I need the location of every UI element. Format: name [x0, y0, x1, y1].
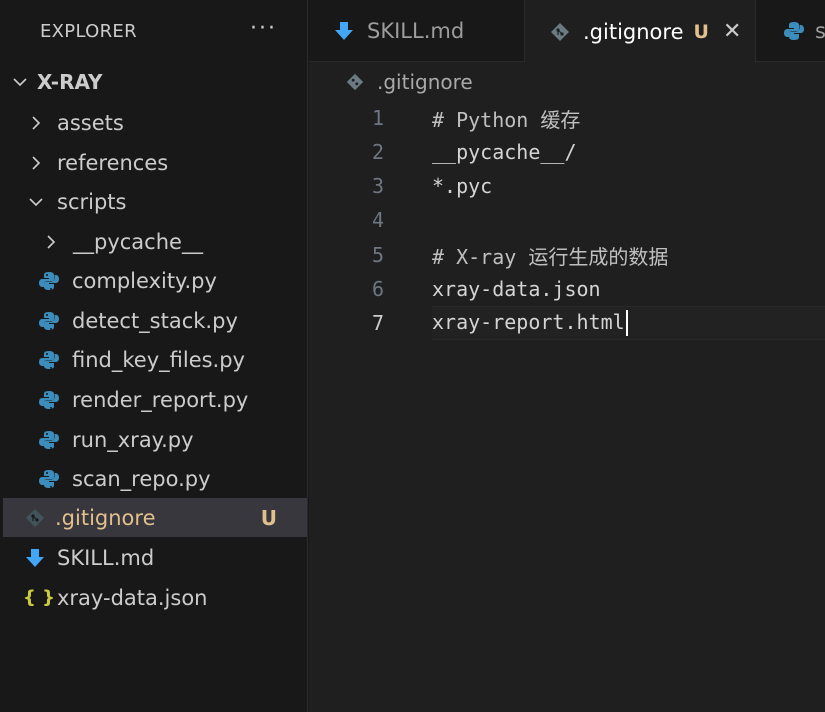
code-line: 6 xray-data.json [309, 272, 825, 306]
file-label: SKILL.md [57, 545, 155, 570]
file-label: scan_repo.py [72, 466, 211, 491]
json-icon: { } [23, 587, 55, 608]
more-actions-icon[interactable]: ··· [250, 18, 277, 40]
folder-label: assets [57, 110, 124, 135]
python-icon [38, 310, 60, 332]
file-find-key-files-py[interactable]: find_key_files.py [3, 340, 307, 379]
breadcrumb[interactable]: .gitignore [309, 63, 825, 101]
code-line: 3 *.pyc [309, 169, 825, 203]
folder-assets[interactable]: assets [3, 103, 307, 142]
line-text: # Python 缓存 [432, 107, 581, 132]
close-icon[interactable]: ✕ [723, 19, 741, 44]
file-detect-stack-py[interactable]: detect_stack.py [3, 301, 307, 340]
chevron-down-icon [28, 194, 44, 210]
line-number: 5 [371, 243, 384, 267]
file-render-report-py[interactable]: render_report.py [3, 380, 307, 419]
folder-root-x-ray[interactable]: X-RAY [0, 62, 307, 101]
tab-skill-md[interactable]: SKILL.md [309, 0, 525, 62]
untracked-badge: U [260, 505, 277, 530]
chevron-right-icon [28, 115, 44, 131]
line-text: *.pyc [432, 174, 493, 198]
line-text-current: xray-report.html [432, 310, 628, 337]
file-label: find_key_files.py [72, 347, 245, 372]
breadcrumb-file[interactable]: .gitignore [377, 70, 473, 94]
root-folder-label: X-RAY [37, 69, 103, 94]
tab-partial[interactable]: s [756, 0, 825, 62]
file-label: render_report.py [72, 387, 249, 412]
folder-label: references [57, 150, 169, 175]
folder-label: __pycache__ [73, 229, 203, 254]
code-line: 4 [309, 203, 825, 237]
tab-label: .gitignore [583, 19, 684, 44]
tab-bar: SKILL.md .gitignore U ✕ s [309, 0, 825, 63]
git-icon [549, 21, 571, 43]
tab-label: SKILL.md [367, 19, 465, 43]
line-text: __pycache__/ [432, 140, 577, 164]
file-skill-md[interactable]: SKILL.md [3, 538, 307, 577]
line-text: xray-data.json [432, 277, 601, 301]
folder-references[interactable]: references [3, 143, 307, 182]
explorer-header: EXPLORER ··· [0, 0, 307, 62]
chevron-down-icon [12, 74, 28, 90]
tab-gitignore[interactable]: .gitignore U ✕ [525, 0, 756, 63]
line-text: xray-report.html [432, 309, 625, 334]
line-text: # X-ray 运行生成的数据 [432, 244, 669, 269]
code-line: 5 # X-ray 运行生成的数据 [309, 238, 825, 272]
line-number: 3 [371, 174, 384, 198]
file-scan-repo-py[interactable]: scan_repo.py [3, 459, 307, 498]
python-icon [38, 429, 60, 451]
file-label: run_xray.py [72, 427, 194, 452]
code-line: 1 # Python 缓存 [309, 101, 825, 135]
explorer-sidebar: EXPLORER ··· X-RAY assets references scr… [0, 0, 308, 712]
code-line-current: 7 xray-report.html [309, 306, 825, 340]
line-number: 6 [371, 277, 384, 301]
line-number: 4 [371, 208, 384, 232]
file-gitignore[interactable]: .gitignore U [3, 498, 307, 537]
markdown-icon [333, 20, 355, 42]
python-icon [38, 468, 60, 490]
folder-scripts[interactable]: scripts [3, 182, 307, 221]
file-label: detect_stack.py [72, 308, 238, 333]
untracked-badge: U [693, 20, 709, 43]
python-icon [38, 270, 60, 292]
python-icon [38, 349, 60, 371]
file-label: complexity.py [72, 268, 217, 293]
folder-label: scripts [57, 189, 127, 214]
file-run-xray-py[interactable]: run_xray.py [3, 420, 307, 459]
python-icon [38, 389, 60, 411]
text-cursor [625, 310, 628, 337]
line-number: 2 [371, 140, 384, 164]
folder-pycache[interactable]: __pycache__ [3, 222, 307, 261]
file-complexity-py[interactable]: complexity.py [3, 261, 307, 300]
editor-area: SKILL.md .gitignore U ✕ s .gitignore 1 #… [309, 0, 825, 712]
file-label: .gitignore [55, 505, 156, 530]
markdown-icon [24, 547, 46, 569]
git-icon [24, 507, 46, 529]
chevron-right-icon [28, 155, 44, 171]
file-label: xray-data.json [57, 585, 208, 610]
chevron-right-icon [43, 234, 59, 250]
code-line: 2 __pycache__/ [309, 135, 825, 169]
line-number: 7 [371, 311, 384, 335]
line-number: 1 [371, 106, 384, 130]
tab-label: s [815, 19, 825, 43]
python-icon [783, 20, 805, 42]
file-xray-data-json[interactable]: { } xray-data.json [3, 578, 307, 617]
git-icon [345, 72, 365, 92]
explorer-title: EXPLORER [40, 20, 137, 42]
